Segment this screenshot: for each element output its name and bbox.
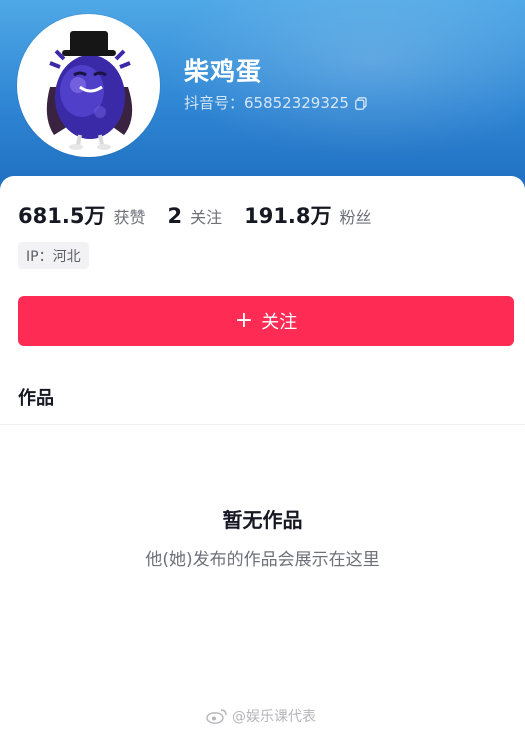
stat-likes-label: 获赞 <box>113 208 146 227</box>
stat-following[interactable]: 2 关注 <box>167 204 222 228</box>
profile-page: 柴鸡蛋 抖音号：65852329325 681.5万 获赞 2 关注 191.8… <box>0 0 525 730</box>
stats-row: 681.5万 获赞 2 关注 191.8万 粉丝 <box>18 200 394 230</box>
empty-state-subtitle: 他(她)发布的作品会展示在这里 <box>145 550 380 570</box>
account-id-row: 抖音号：65852329325 <box>184 92 367 113</box>
stat-followers[interactable]: 191.8万 粉丝 <box>244 200 371 230</box>
watermark-text: @娱乐课代表 <box>232 709 316 725</box>
stat-followers-label: 粉丝 <box>339 208 372 227</box>
stat-following-label: 关注 <box>190 208 223 227</box>
plus-icon: + <box>234 308 254 333</box>
empty-state-title: 暂无作品 <box>222 508 303 532</box>
stat-likes-value: 681.5万 <box>18 204 106 228</box>
avatar[interactable] <box>17 14 160 157</box>
account-id: 抖音号：65852329325 <box>184 94 349 112</box>
stat-likes[interactable]: 681.5万 获赞 <box>18 200 145 230</box>
follow-button-label: 关注 <box>261 312 298 333</box>
profile-banner: 柴鸡蛋 抖音号：65852329325 <box>0 0 525 190</box>
tab-works[interactable]: 作品 <box>18 384 54 410</box>
ip-location-tag: IP：河北 <box>18 242 89 269</box>
stat-followers-value: 191.8万 <box>244 204 332 228</box>
profile-card: 681.5万 获赞 2 关注 191.8万 粉丝 IP：河北 + 关注 作品 暂… <box>0 176 525 730</box>
copy-icon[interactable] <box>355 96 367 110</box>
follow-button[interactable]: + 关注 <box>18 296 514 346</box>
tab-divider <box>0 424 525 425</box>
watermark: @娱乐课代表 <box>206 706 316 726</box>
cartoon-eggplant-avatar-icon <box>46 31 133 150</box>
weibo-icon <box>206 709 227 724</box>
stat-following-value: 2 <box>167 204 183 228</box>
nickname: 柴鸡蛋 <box>184 57 263 86</box>
